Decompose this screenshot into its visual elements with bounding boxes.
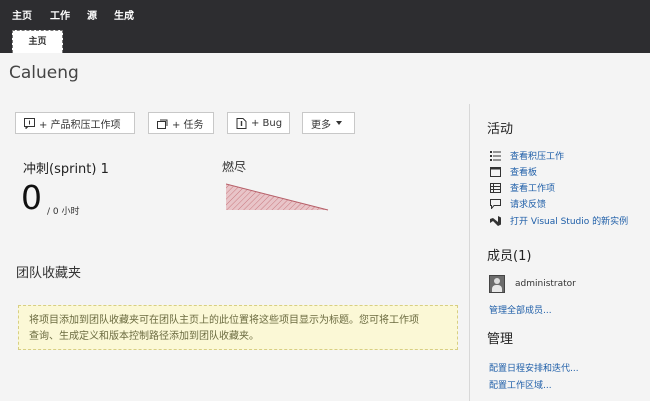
sprint-hours: / 0 小时 <box>47 207 80 217</box>
new-task-button[interactable]: + 任务 <box>148 112 214 134</box>
new-backlog-item-button[interactable]: + 产品积压工作项 <box>15 112 135 134</box>
task-icon <box>157 119 168 129</box>
sprint-name[interactable]: 冲刺(sprint) 1 <box>23 158 109 177</box>
request-feedback-label: 请求反馈 <box>510 200 547 210</box>
manage-members-link[interactable]: 管理全部成员... <box>489 303 552 316</box>
admin-title: 管理 <box>487 332 514 347</box>
member-item[interactable]: administrator <box>489 275 576 293</box>
avatar <box>489 275 505 293</box>
view-backlog-label: 查看积压工作 <box>510 152 565 162</box>
nav-item-build[interactable]: 生成 <box>114 7 134 22</box>
more-label: 更多 <box>311 119 331 131</box>
members-title: 成员(1) <box>487 249 532 264</box>
tab-home[interactable]: 主页 <box>12 30 63 53</box>
page-title: Calueng <box>9 63 79 83</box>
view-work-items-label: 查看工作项 <box>510 184 556 194</box>
burndown-label[interactable]: 燃尽 <box>222 158 246 175</box>
configure-iterations-link[interactable]: 配置日程安排和迭代... <box>489 361 579 374</box>
feedback-icon <box>489 198 501 209</box>
request-feedback-link[interactable]: 请求反馈 <box>489 197 546 210</box>
configure-areas-link[interactable]: 配置工作区域... <box>489 378 552 391</box>
nav-item-home[interactable]: 主页 <box>12 7 32 22</box>
sprint-work-count: 0 <box>21 178 42 217</box>
member-name: administrator <box>515 279 576 289</box>
favorites-message-line-2: 查询、生成定义和版本控制路径添加到团队收藏夹。 <box>29 331 259 342</box>
team-favorites-empty-message: 将项目添加到团队收藏夹可在团队主页上的此位置将这些项目显示为标题。您可将工作项 … <box>18 305 458 350</box>
open-visual-studio-label: 打开 Visual Studio 的新实例 <box>510 217 629 227</box>
team-favorites-title: 团队收藏夹 <box>16 266 82 281</box>
backlog-item-icon <box>24 117 35 129</box>
top-nav-bar: 主页 工作 源 生成 主页 <box>0 0 650 53</box>
new-backlog-item-label: + 产品积压工作项 <box>39 119 121 131</box>
view-work-items-link[interactable]: 查看工作项 <box>489 181 555 194</box>
view-backlog-link[interactable]: 查看积压工作 <box>489 149 564 162</box>
open-visual-studio-link[interactable]: 打开 Visual Studio 的新实例 <box>489 214 628 227</box>
new-bug-button[interactable]: + Bug <box>227 112 290 134</box>
more-menu-button[interactable]: 更多 <box>302 112 355 134</box>
new-task-label: + 任务 <box>172 119 204 131</box>
chevron-down-icon <box>336 121 342 125</box>
work-items-icon <box>489 182 501 193</box>
visual-studio-icon <box>489 215 501 226</box>
view-board-label: 查看板 <box>510 168 538 178</box>
activity-title: 活动 <box>487 122 514 137</box>
burndown-chart[interactable] <box>226 182 330 212</box>
bug-icon <box>236 117 247 129</box>
new-bug-label: + Bug <box>251 117 283 129</box>
favorites-message-line-1: 将项目添加到团队收藏夹可在团队主页上的此位置将这些项目显示为标题。您可将工作项 <box>29 315 419 326</box>
view-board-link[interactable]: 查看板 <box>489 165 537 178</box>
nav-item-code[interactable]: 源 <box>87 7 97 22</box>
nav-item-work[interactable]: 工作 <box>50 7 70 22</box>
board-icon <box>489 166 501 177</box>
side-panel-divider <box>469 104 470 401</box>
backlog-list-icon <box>489 150 501 161</box>
